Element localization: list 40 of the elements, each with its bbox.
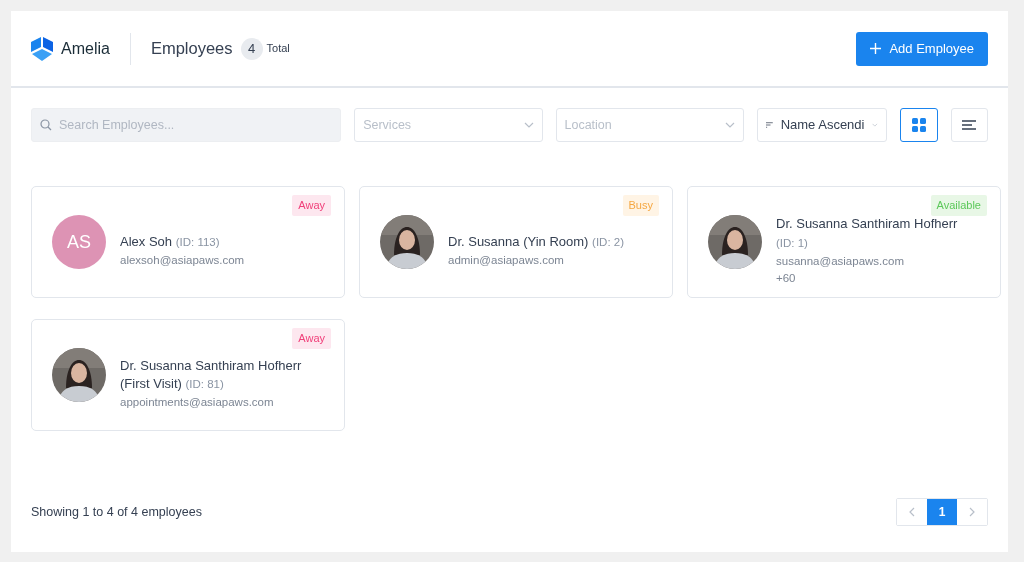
employee-name: Dr. Susanna Santhiram Hofherr (ID: 1) [776,214,959,251]
sort-icon [765,120,773,130]
chevron-down-icon [523,122,534,128]
employee-card[interactable]: Dr. Susanna (Yin Room) (ID: 2) admin@asiapaws.com Busy [359,186,673,298]
add-employee-button[interactable]: Add Employee [856,31,988,66]
employee-card[interactable]: AS Alex Soh (ID: 113) alexsoh@asiapaws.com Away [31,186,345,298]
search-field[interactable]: Search Employees... [31,108,342,142]
results-summary: Showing 1 to 4 of 4 employees [31,503,202,521]
employee-card[interactable]: Dr. Susanna Santhiram Hofherr (ID: 1) susanna@asiapaws.com +60 Available [687,186,1001,298]
employee-email: alexsoh@asiapaws.com [120,252,245,268]
employee-email: susanna@asiapaws.com [776,253,906,269]
employee-email: appointments@asiapaws.com [120,395,275,411]
list-view-button[interactable] [950,108,988,142]
page-title: Employees [150,38,233,60]
status-badge: Away [292,195,331,216]
avatar: AS [52,215,106,269]
chevron-right-icon [969,507,975,517]
sort-dropdown[interactable]: Name Ascendi [756,108,888,142]
chevron-down-icon [724,122,735,128]
logo-icon [31,36,53,61]
employee-card[interactable]: Dr. Susanna Santhiram Hofherr (First Visit) (ID: 81) appointments@asiapaws.com Away [31,319,345,431]
status-badge: Away [292,328,331,349]
count-label: Total [266,41,290,57]
employee-phone: +60 [776,270,797,286]
grid-icon [911,118,926,132]
logo-text: Amelia [61,38,110,59]
status-badge: Busy [622,195,659,216]
employee-email: admin@asiapaws.com [448,252,565,268]
chevron-left-icon [909,507,915,517]
chevron-down-icon [872,122,879,128]
list-icon [962,120,977,130]
status-badge: Available [930,195,987,216]
employee-name: Alex Soh (ID: 113) [120,232,221,251]
count-badge: 4 [240,37,263,60]
page-button[interactable]: 1 [927,499,957,525]
employee-name: Dr. Susanna Santhiram Hofherr (First Visit) (ID: 81) [120,356,303,394]
grid-view-button[interactable] [900,108,938,142]
search-icon [40,119,52,131]
plus-icon [870,43,882,54]
employee-name: Dr. Susanna (Yin Room) (ID: 2) [448,232,624,251]
